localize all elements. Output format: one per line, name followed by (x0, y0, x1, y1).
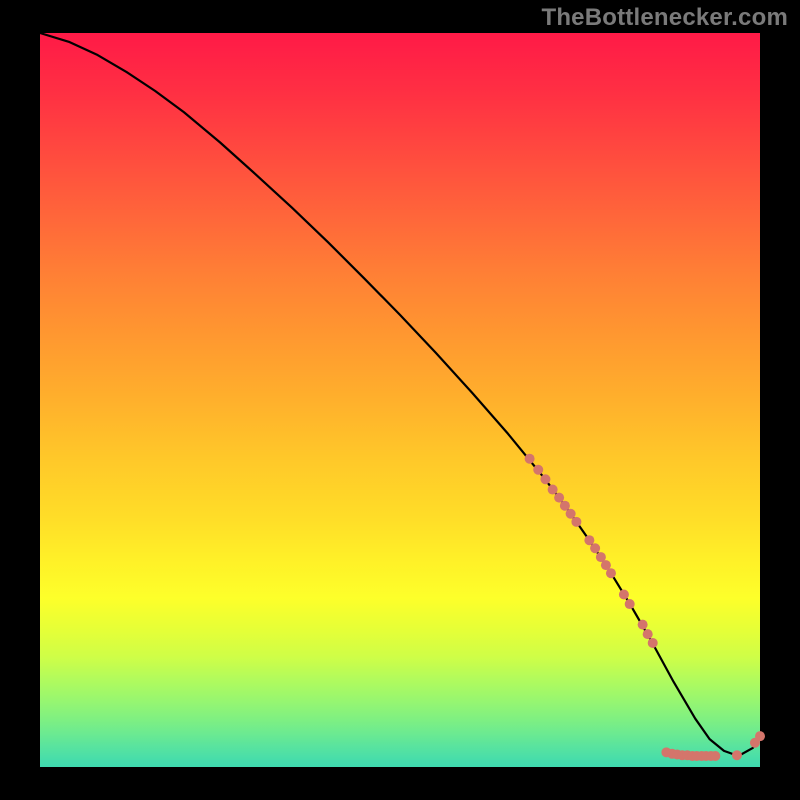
curve-marker (643, 629, 653, 639)
chart-frame: TheBottlenecker.com (0, 0, 800, 800)
curve-marker (732, 750, 742, 760)
watermark-label: TheBottlenecker.com (541, 4, 788, 32)
curve-marker (755, 731, 765, 741)
curve-marker (584, 535, 594, 545)
curve-marker (638, 620, 648, 630)
curve-marker (525, 454, 535, 464)
curve-marker (533, 465, 543, 475)
curve-marker (554, 493, 564, 503)
plot-area (40, 33, 760, 767)
curve-marker (560, 501, 570, 511)
curve-marker (540, 474, 550, 484)
curve-marker (625, 599, 635, 609)
curve-marker (566, 509, 576, 519)
curve-marker (590, 543, 600, 553)
curve-marker (648, 638, 658, 648)
curve-marker (606, 568, 616, 578)
curve-marker (571, 517, 581, 527)
curve-marker (710, 751, 720, 761)
curve-marker (619, 590, 629, 600)
curve-marker (548, 485, 558, 495)
curve-markers (525, 454, 765, 761)
chart-svg (40, 33, 760, 767)
